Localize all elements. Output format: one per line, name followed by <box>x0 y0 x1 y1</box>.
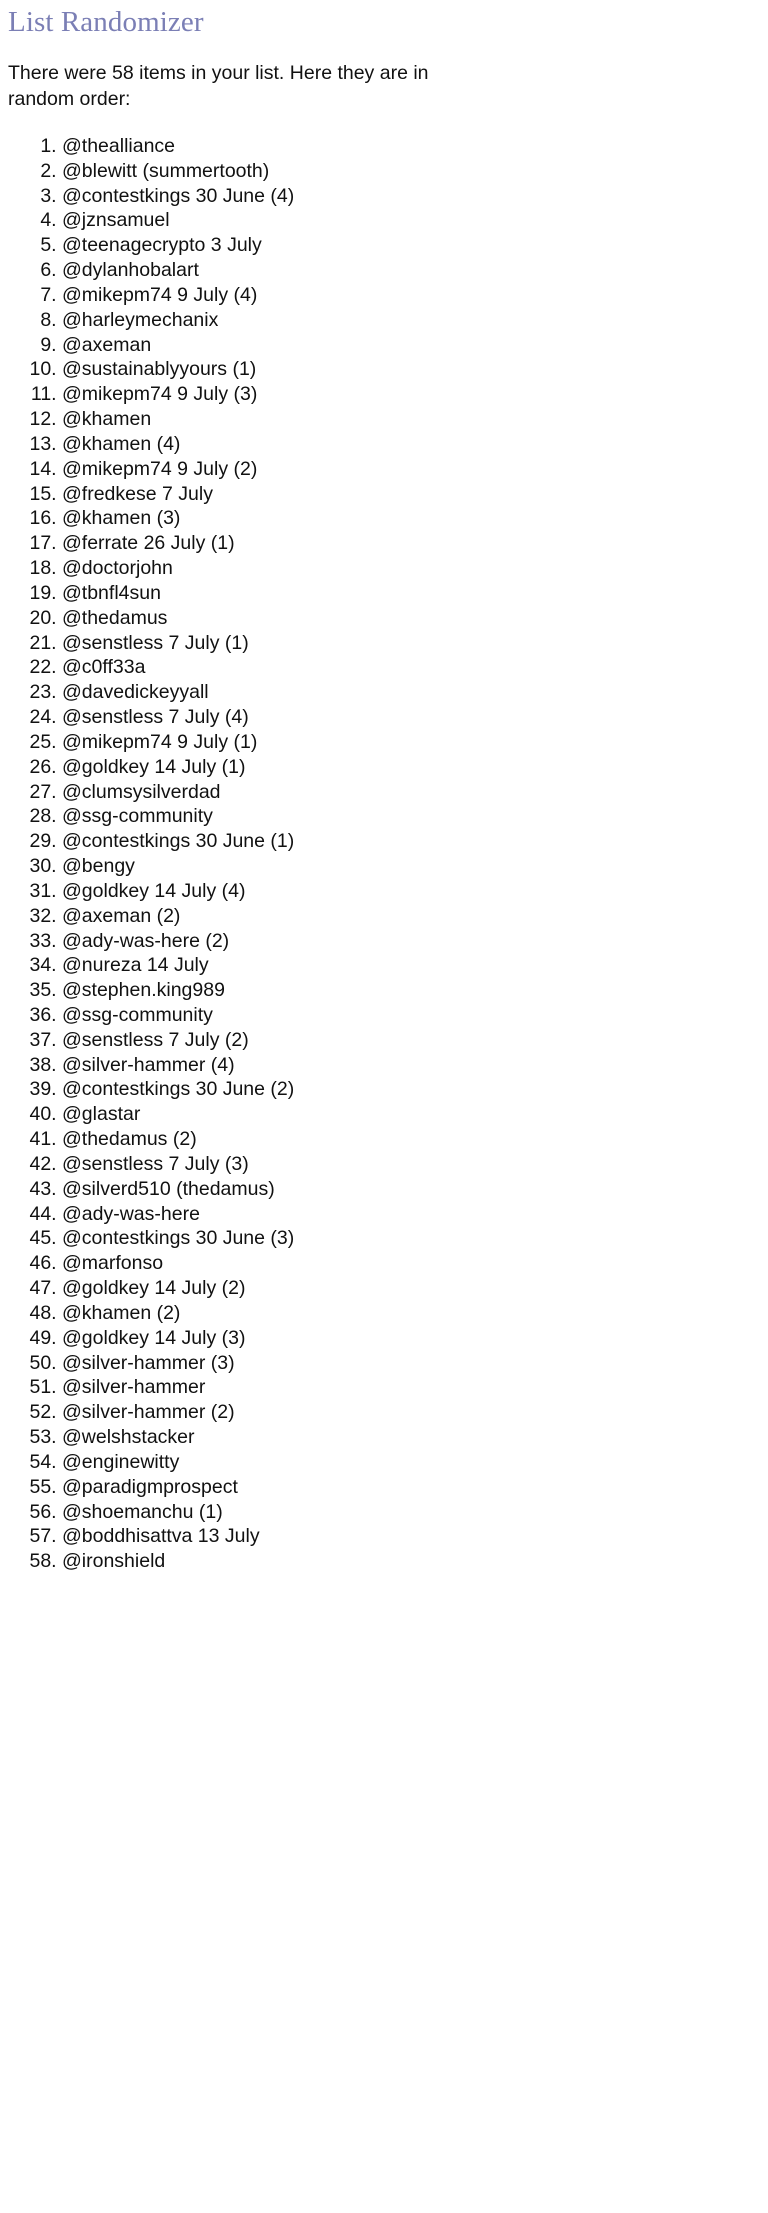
list-item: @senstless 7 July (3) <box>62 1152 760 1177</box>
list-item: @goldkey 14 July (2) <box>62 1276 760 1301</box>
list-item: @bengy <box>62 854 760 879</box>
list-item: @goldkey 14 July (1) <box>62 755 760 780</box>
list-item: @harleymechanix <box>62 308 760 333</box>
list-item: @contestkings 30 June (1) <box>62 829 760 854</box>
list-item: @mikepm74 9 July (3) <box>62 382 760 407</box>
list-item: @khamen (4) <box>62 432 760 457</box>
list-item: @davedickeyyall <box>62 680 760 705</box>
list-item: @axeman (2) <box>62 904 760 929</box>
list-item: @contestkings 30 June (2) <box>62 1077 760 1102</box>
list-item: @ssg-community <box>62 1003 760 1028</box>
list-item: @silver-hammer (4) <box>62 1053 760 1078</box>
list-item: @enginewitty <box>62 1450 760 1475</box>
list-item: @silverd510 (thedamus) <box>62 1177 760 1202</box>
list-item: @silver-hammer (3) <box>62 1351 760 1376</box>
list-item: @ady-was-here <box>62 1202 760 1227</box>
list-item: @mikepm74 9 July (1) <box>62 730 760 755</box>
list-item: @shoemanchu (1) <box>62 1500 760 1525</box>
list-item: @senstless 7 July (4) <box>62 705 760 730</box>
list-item: @khamen (3) <box>62 506 760 531</box>
list-item: @marfonso <box>62 1251 760 1276</box>
list-item: @c0ff33a <box>62 655 760 680</box>
list-item: @clumsysilverdad <box>62 780 760 805</box>
list-item: @stephen.king989 <box>62 978 760 1003</box>
list-item: @thealliance <box>62 134 760 159</box>
list-item: @ferrate 26 July (1) <box>62 531 760 556</box>
intro-text: There were 58 items in your list. Here t… <box>8 62 429 110</box>
list-item: @thedamus <box>62 606 760 631</box>
list-item: @khamen (2) <box>62 1301 760 1326</box>
randomized-list: @thealliance@blewitt (summertooth)@conte… <box>8 134 760 1574</box>
list-item: @ady-was-here (2) <box>62 929 760 954</box>
list-item: @paradigmprospect <box>62 1475 760 1500</box>
list-item: @fredkese 7 July <box>62 482 760 507</box>
list-item: @glastar <box>62 1102 760 1127</box>
list-item: @contestkings 30 June (3) <box>62 1226 760 1251</box>
list-item: @mikepm74 9 July (2) <box>62 457 760 482</box>
list-item: @ssg-community <box>62 804 760 829</box>
list-item: @doctorjohn <box>62 556 760 581</box>
list-item: @ironshield <box>62 1549 760 1574</box>
list-item: @goldkey 14 July (4) <box>62 879 760 904</box>
list-item: @senstless 7 July (1) <box>62 631 760 656</box>
list-item: @tbnfl4sun <box>62 581 760 606</box>
list-item: @welshstacker <box>62 1425 760 1450</box>
list-randomizer-page: List Randomizer There were 58 items in y… <box>0 5 768 1574</box>
list-item: @contestkings 30 June (4) <box>62 184 760 209</box>
list-item: @blewitt (summertooth) <box>62 159 760 184</box>
list-item: @khamen <box>62 407 760 432</box>
list-item: @senstless 7 July (2) <box>62 1028 760 1053</box>
list-item: @boddhisattva 13 July <box>62 1524 760 1549</box>
list-item: @jznsamuel <box>62 208 760 233</box>
list-item: @sustainablyyours (1) <box>62 357 760 382</box>
list-item: @dylanhobalart <box>62 258 760 283</box>
list-item: @mikepm74 9 July (4) <box>62 283 760 308</box>
page-title: List Randomizer <box>8 6 204 38</box>
list-item: @silver-hammer (2) <box>62 1400 760 1425</box>
list-item: @nureza 14 July <box>62 953 760 978</box>
list-item: @thedamus (2) <box>62 1127 760 1152</box>
list-item: @silver-hammer <box>62 1375 760 1400</box>
list-item: @axeman <box>62 333 760 358</box>
list-item: @teenagecrypto 3 July <box>62 233 760 258</box>
list-item: @goldkey 14 July (3) <box>62 1326 760 1351</box>
